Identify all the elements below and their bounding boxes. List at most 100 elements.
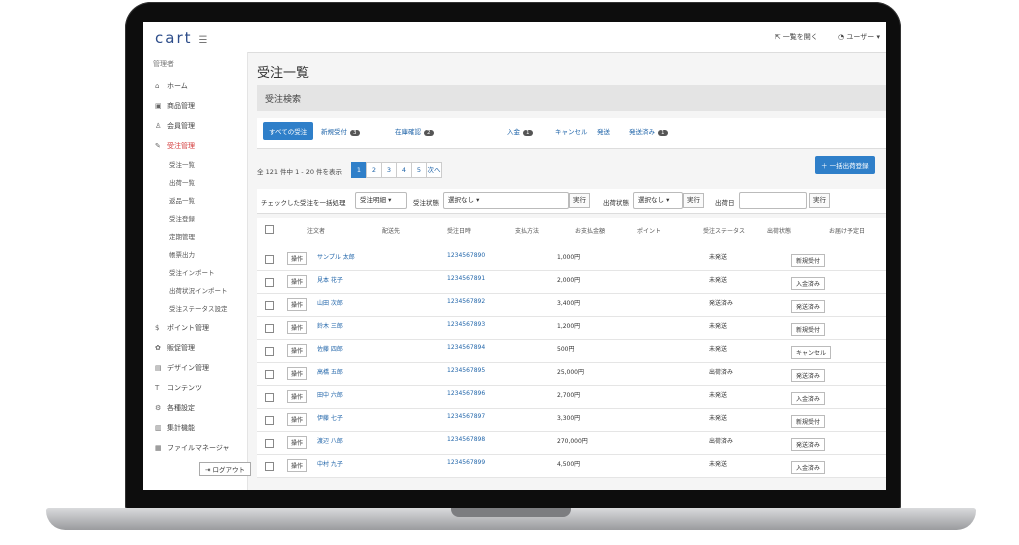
customer-link[interactable]: サンプル 太郎: [317, 252, 355, 261]
row-checkbox[interactable]: [265, 393, 274, 402]
order-id-link[interactable]: 1234567894: [447, 344, 485, 351]
table-row[interactable]: 操作 見本 花子 1234567891 2,000円 未発送 入金済み: [257, 271, 886, 294]
tab-4[interactable]: キャンセル: [555, 126, 588, 136]
sidebar-item-products[interactable]: ▣ 商品管理: [143, 96, 247, 116]
customer-link[interactable]: 伊藤 七子: [317, 413, 343, 422]
tab-2[interactable]: 在庫確認 2: [395, 126, 434, 136]
row-action-select[interactable]: 操作: [287, 367, 308, 380]
column-header[interactable]: お届け予定日: [829, 226, 865, 235]
column-header[interactable]: 受注日時: [447, 226, 471, 235]
customer-link[interactable]: 田中 六郎: [317, 390, 343, 399]
row-action-select[interactable]: 操作: [287, 436, 308, 449]
order-id-link[interactable]: 1234567892: [447, 298, 485, 305]
customer-link[interactable]: 佐藤 四郎: [317, 344, 343, 353]
row-action-select[interactable]: 操作: [287, 413, 308, 426]
row-checkbox[interactable]: [265, 462, 274, 471]
table-row[interactable]: 操作 渡辺 八郎 1234567898 270,000円 出荷済み 発送済み: [257, 432, 886, 455]
sidebar-item-report[interactable]: ▥ 集計機能: [143, 418, 247, 438]
order-status-select[interactable]: キャンセル: [791, 346, 832, 359]
row-action-select[interactable]: 操作: [287, 459, 308, 472]
order-status-select[interactable]: 発送済み: [791, 438, 826, 451]
external-link[interactable]: ⇱ 一覧を開く: [775, 33, 818, 41]
order-id-link[interactable]: 1234567897: [447, 413, 485, 420]
csv-select[interactable]: 受注明細 ▾: [355, 192, 407, 209]
table-row[interactable]: 操作 サンプル 太郎 1234567890 1,000円 未発送 新規受付: [257, 248, 886, 271]
column-header[interactable]: 受注ステータス: [703, 226, 745, 235]
sidebar-item-promo[interactable]: ✿ 販促管理: [143, 338, 247, 358]
sidebar-item-design[interactable]: ▤ デザイン管理: [143, 358, 247, 378]
table-row[interactable]: 操作 高橋 五郎 1234567895 25,000円 出荷済み 発送済み: [257, 363, 886, 386]
order-id-link[interactable]: 1234567895: [447, 367, 485, 374]
sidebar-item-home[interactable]: ⌂ ホーム: [143, 76, 247, 96]
row-checkbox[interactable]: [265, 439, 274, 448]
row-action-select[interactable]: 操作: [287, 252, 308, 265]
sidebar-subitem[interactable]: 返品一覧: [143, 192, 247, 210]
row-checkbox[interactable]: [265, 347, 274, 356]
date-input[interactable]: [739, 192, 807, 209]
sidebar-subitem[interactable]: 定期管理: [143, 228, 247, 246]
sidebar-subitem[interactable]: 受注登録: [143, 210, 247, 228]
menu-icon[interactable]: ☰: [199, 35, 208, 46]
app-logo[interactable]: cart ☰: [155, 29, 207, 47]
row-action-select[interactable]: 操作: [287, 390, 308, 403]
table-row[interactable]: 操作 山田 次郎 1234567892 3,400円 発送済み 発送済み: [257, 294, 886, 317]
tab-5[interactable]: 発送: [597, 126, 610, 136]
bulk-ship-button[interactable]: ＋ 一括出荷登録: [815, 156, 875, 174]
exec-date-button[interactable]: 実行: [809, 193, 830, 208]
sidebar-subitem[interactable]: 受注ステータス設定: [143, 300, 247, 318]
order-id-link[interactable]: 1234567893: [447, 321, 485, 328]
column-header[interactable]: 出荷状態: [767, 226, 791, 235]
ship-select[interactable]: 選択なし ▾: [633, 192, 683, 209]
order-status-select[interactable]: 新規受付: [791, 254, 826, 267]
row-checkbox[interactable]: [265, 370, 274, 379]
search-panel[interactable]: 受注検索: [257, 85, 886, 111]
sidebar-subitem[interactable]: 帳票出力: [143, 246, 247, 264]
order-status-select[interactable]: 発送済み: [791, 369, 826, 382]
order-id-link[interactable]: 1234567891: [447, 275, 485, 282]
table-row[interactable]: 操作 佐藤 四郎 1234567894 500円 未発送 キャンセル: [257, 340, 886, 363]
tab-1[interactable]: 新規受付 3: [321, 126, 360, 136]
table-row[interactable]: 操作 中村 九子 1234567899 4,500円 未発送 入金済み: [257, 455, 886, 478]
order-status-select[interactable]: 入金済み: [791, 461, 826, 474]
page-link[interactable]: 次へ: [426, 162, 442, 178]
customer-link[interactable]: 高橋 五郎: [317, 367, 343, 376]
row-action-select[interactable]: 操作: [287, 275, 308, 288]
table-row[interactable]: 操作 田中 六郎 1234567896 2,700円 未発送 入金済み: [257, 386, 886, 409]
row-checkbox[interactable]: [265, 255, 274, 264]
order-status-select[interactable]: 新規受付: [791, 415, 826, 428]
page-link[interactable]: 1: [351, 162, 367, 178]
order-status-select[interactable]: 発送済み: [791, 300, 826, 313]
column-header[interactable]: お支払金額: [575, 226, 605, 235]
logout-button[interactable]: ⇥ ログアウト: [199, 462, 252, 476]
column-header[interactable]: 配送先: [382, 226, 400, 235]
order-id-link[interactable]: 1234567899: [447, 459, 485, 466]
customer-link[interactable]: 渡辺 八郎: [317, 436, 343, 445]
page-link[interactable]: 3: [381, 162, 397, 178]
tab-0[interactable]: すべての受注: [263, 122, 314, 140]
sidebar-item-content[interactable]: T コンテンツ: [143, 378, 247, 398]
sidebar-item-orders[interactable]: ✎ 受注管理: [143, 136, 247, 156]
row-action-select[interactable]: 操作: [287, 321, 308, 334]
row-action-select[interactable]: 操作: [287, 298, 308, 311]
row-checkbox[interactable]: [265, 416, 274, 425]
tab-6[interactable]: 発送済み 1: [629, 126, 668, 136]
sidebar-item-file[interactable]: ▦ ファイルマネージャ: [143, 438, 247, 458]
order-status-select[interactable]: 入金済み: [791, 392, 826, 405]
customer-link[interactable]: 山田 次郎: [317, 298, 343, 307]
order-id-link[interactable]: 1234567890: [447, 252, 485, 259]
order-status-select[interactable]: 新規受付: [791, 323, 826, 336]
table-row[interactable]: 操作 伊藤 七子 1234567897 3,300円 未発送 新規受付: [257, 409, 886, 432]
row-action-select[interactable]: 操作: [287, 344, 308, 357]
tab-3[interactable]: 入金 1: [507, 126, 533, 136]
user-menu[interactable]: ◔ ユーザー ▾: [838, 33, 880, 41]
sidebar-subitem[interactable]: 出荷一覧: [143, 174, 247, 192]
exec-status-button[interactable]: 実行: [569, 193, 590, 208]
sidebar-item-members[interactable]: ♙ 会員管理: [143, 116, 247, 136]
row-checkbox[interactable]: [265, 324, 274, 333]
column-header[interactable]: 注文者: [307, 226, 325, 235]
row-checkbox[interactable]: [265, 301, 274, 310]
sidebar-subitem[interactable]: 受注インポート: [143, 264, 247, 282]
order-status-select[interactable]: 入金済み: [791, 277, 826, 290]
column-header[interactable]: ポイント: [637, 226, 661, 235]
exec-ship-button[interactable]: 実行: [683, 193, 704, 208]
